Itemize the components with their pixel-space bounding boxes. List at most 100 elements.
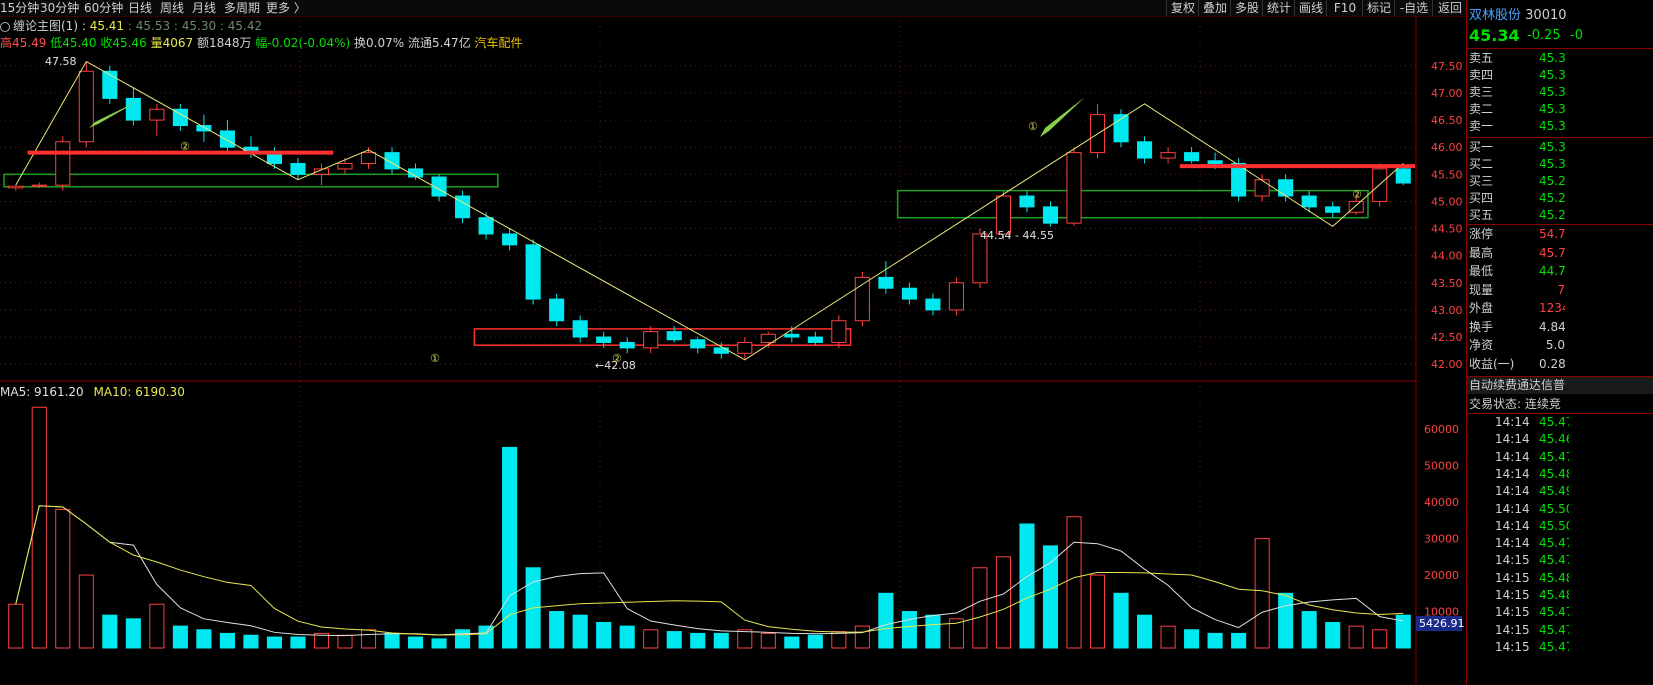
tick-time: 14:15 bbox=[1495, 639, 1530, 654]
stat-row[interactable]: 最低 44.7 bbox=[1467, 263, 1653, 280]
price-tick-label: 46.00 bbox=[1431, 141, 1463, 154]
candle-body bbox=[831, 320, 847, 343]
ask-row[interactable]: 卖五 45.3 bbox=[1467, 50, 1653, 67]
volume-bar bbox=[1184, 629, 1200, 649]
row-label: 买三 bbox=[1469, 174, 1494, 188]
row-value: 45.2 bbox=[1539, 174, 1565, 188]
ask-row[interactable]: 卖一 45.3 bbox=[1467, 118, 1653, 135]
row-value: 45.2 bbox=[1539, 191, 1565, 205]
volume-bar bbox=[572, 614, 588, 649]
candle-body bbox=[948, 282, 964, 311]
period-60min[interactable]: 60分钟 bbox=[84, 0, 123, 16]
tick-row: 14:15 45.48 bbox=[1467, 570, 1653, 587]
candle-body bbox=[125, 97, 141, 121]
period-week[interactable]: 周线 bbox=[160, 0, 184, 16]
stat-row[interactable]: 涨停 54.7 bbox=[1467, 226, 1653, 243]
tick-price: 45.48 bbox=[1539, 570, 1569, 585]
stock-price: 45.34 bbox=[1469, 26, 1520, 45]
tick-price: 45.47 bbox=[1539, 605, 1569, 620]
volume-bar bbox=[737, 629, 753, 649]
stat-row[interactable]: 外盘 12341 bbox=[1467, 300, 1653, 317]
button-stats[interactable]: 统计 bbox=[1262, 0, 1295, 16]
tick-row: 14:15 45.47 bbox=[1467, 604, 1653, 621]
volume-bar bbox=[290, 636, 306, 649]
price-axis: 42.00 42.50 43.00 43.50 44.00 44.50 45.00 45.50… bbox=[1431, 60, 1463, 371]
quote-float: 流通5.47亿 bbox=[407, 36, 471, 50]
tick-time: 14:14 bbox=[1495, 501, 1530, 516]
tick-price: 45.47 bbox=[1539, 536, 1569, 551]
tick-price: 45.50 bbox=[1539, 501, 1569, 516]
period-month[interactable]: 月线 bbox=[192, 0, 216, 16]
stat-row[interactable]: 收益(一) 0.28 bbox=[1467, 356, 1653, 373]
divider bbox=[1467, 48, 1653, 49]
volume-bar bbox=[596, 621, 612, 649]
ask-row[interactable]: 卖二 45.3 bbox=[1467, 101, 1653, 118]
volume-bar bbox=[407, 636, 424, 649]
candle-body bbox=[8, 185, 24, 189]
bid-row[interactable]: 买三 45.2 bbox=[1467, 173, 1653, 190]
tick-time: 14:14 bbox=[1495, 518, 1530, 533]
row-value: 54.7 bbox=[1539, 227, 1565, 241]
button-remove-watch[interactable]: -自选 bbox=[1394, 0, 1433, 16]
volume-bar bbox=[431, 638, 447, 649]
volume-tick-label: 40000 bbox=[1424, 496, 1459, 509]
ask-row[interactable]: 卖四 45.3 bbox=[1467, 67, 1653, 84]
button-mark[interactable]: 标记 bbox=[1362, 0, 1395, 16]
tick-time: 14:15 bbox=[1495, 553, 1530, 568]
stock-name[interactable]: 双林股份 30010 bbox=[1469, 4, 1567, 23]
candle-body bbox=[1278, 179, 1294, 197]
button-f10[interactable]: F10 bbox=[1326, 0, 1363, 16]
volume-bar bbox=[1160, 625, 1176, 649]
price-tick-label: 43.00 bbox=[1431, 304, 1463, 317]
bid-row[interactable]: 买二 45.3 bbox=[1467, 156, 1653, 173]
tick-price: 45.48 bbox=[1539, 588, 1569, 602]
bid-row[interactable]: 买四 45.2 bbox=[1467, 190, 1653, 207]
price-tick-label: 45.50 bbox=[1431, 168, 1463, 181]
period-multi[interactable]: 多周期 bbox=[224, 0, 260, 16]
quote-sector[interactable]: 汽车配件 bbox=[475, 36, 523, 50]
volume-bar bbox=[1325, 621, 1341, 649]
volume-bar bbox=[690, 632, 706, 649]
ask-row[interactable]: 卖三 45.3 bbox=[1467, 84, 1653, 101]
period-15min[interactable]: 15分钟 bbox=[0, 0, 39, 16]
bid-row[interactable]: 买一 45.3 bbox=[1467, 139, 1653, 156]
tick-time: 14:14 bbox=[1495, 466, 1530, 481]
notice-row[interactable]: 自动续费通达信普 bbox=[1467, 377, 1653, 394]
tick-price: 45.48 bbox=[1539, 466, 1569, 481]
price-tick-label: 45.00 bbox=[1431, 195, 1463, 208]
indicator-icon[interactable] bbox=[0, 21, 10, 32]
period-more[interactable]: 更多 〉 bbox=[266, 0, 306, 16]
circle-label-c: ② bbox=[612, 352, 622, 365]
price-tick-label: 47.50 bbox=[1431, 60, 1463, 73]
row-label: 外盘 bbox=[1469, 301, 1494, 315]
tick-price: 45.47 bbox=[1539, 639, 1569, 654]
volume-tick-label: 60000 bbox=[1424, 423, 1459, 436]
volume-tick-label: 50000 bbox=[1424, 460, 1459, 473]
bid-row[interactable]: 买五 45.2 bbox=[1467, 207, 1653, 224]
candle-body bbox=[1137, 141, 1153, 159]
candle-body bbox=[1348, 200, 1364, 213]
ma5-value: MA5: 9161.20 bbox=[0, 385, 84, 399]
button-back[interactable]: 返回 bbox=[1432, 0, 1467, 16]
candle-body bbox=[619, 341, 635, 349]
kline-chart[interactable]: 42.00 42.50 43.00 43.50 44.00 44.50 45.00 45.50… bbox=[0, 0, 1466, 685]
candle-body bbox=[290, 162, 306, 175]
button-fuquan[interactable]: 复权 bbox=[1166, 0, 1199, 16]
stat-row[interactable]: 现量 7 bbox=[1467, 282, 1653, 299]
volume-bar bbox=[55, 508, 71, 649]
price-tick-label: 46.50 bbox=[1431, 114, 1463, 127]
volume-bar bbox=[1019, 523, 1035, 649]
stat-row[interactable]: 净资 5.0 bbox=[1467, 337, 1653, 354]
period-day[interactable]: 日线 bbox=[128, 0, 152, 16]
stock-change-pct: -0 bbox=[1570, 28, 1583, 43]
row-label: 最高 bbox=[1469, 245, 1494, 260]
button-multistock[interactable]: 多股 bbox=[1230, 0, 1263, 16]
stat-row[interactable]: 最高 45.7 bbox=[1467, 245, 1653, 262]
volume-bar bbox=[8, 603, 24, 649]
button-overlay[interactable]: 叠加 bbox=[1198, 0, 1231, 16]
period-30min[interactable]: 30分钟 bbox=[40, 0, 79, 16]
indicator-name[interactable]: 缠论主图(1) : bbox=[13, 19, 86, 33]
stat-row[interactable]: 换手 4.84% bbox=[1467, 319, 1653, 336]
candle-body bbox=[1207, 160, 1223, 164]
button-draw[interactable]: 画线 bbox=[1294, 0, 1327, 16]
